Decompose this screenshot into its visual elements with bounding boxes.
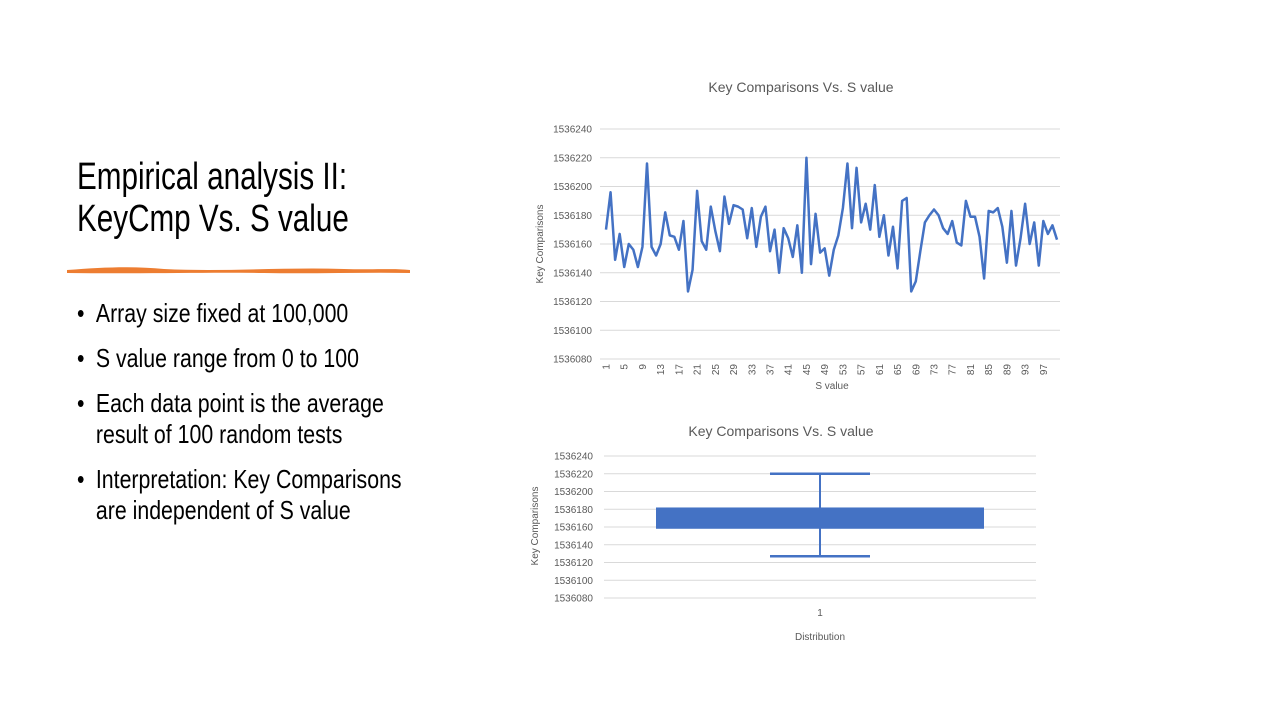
- y-tick-label: 1536100: [554, 576, 593, 587]
- y-tick-label: 1536140: [554, 540, 593, 551]
- y-tick-label: 1536220: [554, 469, 593, 480]
- y-tick-label: 1536180: [554, 505, 593, 516]
- box-iqr: [656, 507, 984, 529]
- y-tick-label: 1536080: [554, 594, 593, 605]
- box-chart-ylabel: Key Comparisons: [530, 487, 541, 566]
- box-chart-xlabel: Distribution: [795, 632, 845, 643]
- box-chart-category: 1: [817, 608, 823, 619]
- box-chart-title: Key Comparisons Vs. S value: [688, 423, 873, 439]
- y-tick-label: 1536120: [554, 558, 593, 569]
- y-tick-label: 1536200: [554, 487, 593, 498]
- box-chart: Key Comparisons Vs. S value 1 Distributi…: [530, 423, 1036, 643]
- y-tick-label: 1536240: [554, 452, 593, 463]
- y-tick-label: 1536160: [554, 523, 593, 534]
